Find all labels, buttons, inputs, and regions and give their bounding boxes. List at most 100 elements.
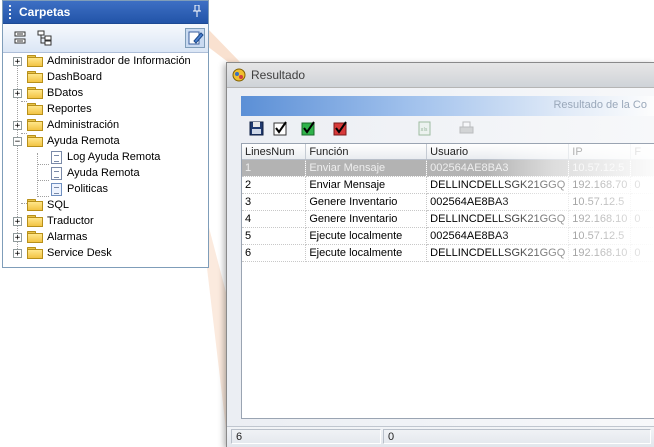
tree-item-politicas[interactable]: Politicas xyxy=(49,181,108,197)
tree-item-service-desk[interactable]: + Service Desk xyxy=(13,245,112,261)
tree-item-label: Alarmas xyxy=(47,231,88,243)
folder-icon xyxy=(27,119,43,131)
folder-icon xyxy=(27,103,43,115)
tree-item-administracion[interactable]: + Administración xyxy=(13,117,119,133)
svg-text:xls: xls xyxy=(421,127,428,133)
band-title: Resultado de la Co xyxy=(553,99,647,111)
tree-item-administrador[interactable]: + Administrador de Información xyxy=(13,53,191,69)
check-green-icon[interactable] xyxy=(301,121,316,136)
table-row[interactable]: 4 Genere Inventario DELLINCDELLSGK21GGQ … xyxy=(242,210,654,228)
cell: 2 xyxy=(242,176,307,194)
tree-item-ayuda-remota[interactable]: − Ayuda Remota xyxy=(13,133,120,149)
cell: Enviar Mensaje xyxy=(305,176,428,194)
cell: 002564AE8BA3 xyxy=(426,193,570,211)
tree-item-label: Traductor xyxy=(47,215,94,227)
carpetas-header: Carpetas xyxy=(3,1,208,24)
cell: 10.57.12.5 xyxy=(568,159,632,177)
cell: 4 xyxy=(242,210,307,228)
tree-item-ayuda-remota-child[interactable]: Ayuda Remota xyxy=(49,165,140,181)
column-header[interactable]: Función xyxy=(305,144,428,160)
tree-item-label: Administración xyxy=(47,119,120,131)
check-red-icon[interactable] xyxy=(333,121,348,136)
table-row[interactable]: 2 Enviar Mensaje DELLINCDELLSGK21GGQ 192… xyxy=(242,176,654,194)
document-icon xyxy=(51,150,62,164)
expand-icon[interactable]: + xyxy=(13,88,22,98)
save-icon[interactable] xyxy=(249,121,264,136)
status-row-count: 6 xyxy=(231,429,381,444)
document-icon xyxy=(51,182,62,196)
cell: DELLINCDELLSGK21GGQ xyxy=(426,176,570,194)
tree-item-dashboard[interactable]: DashBoard xyxy=(13,69,102,85)
grid-header-row: LinesNum Función Usuario IP F xyxy=(242,144,654,160)
collapse-all-icon[interactable] xyxy=(13,30,29,46)
cell: 002564AE8BA3 xyxy=(426,159,570,177)
status-bar: 6 0 xyxy=(227,426,654,447)
cell: 5 xyxy=(242,227,307,245)
check-icon[interactable] xyxy=(273,121,288,136)
edit-folder-icon[interactable] xyxy=(185,28,205,48)
cell xyxy=(630,159,654,177)
column-header[interactable]: F xyxy=(630,144,654,160)
tree-item-label: Ayuda Remota xyxy=(47,135,120,147)
cell: 10.57.12.5 xyxy=(568,193,632,211)
tree-item-label: Ayuda Remota xyxy=(67,167,140,179)
document-icon xyxy=(51,166,62,180)
table-row[interactable]: 5 Ejecute localmente 002564AE8BA3 10.57.… xyxy=(242,227,654,245)
expand-icon[interactable]: + xyxy=(13,216,22,226)
tree-item-label: Log Ayuda Remota xyxy=(67,151,161,163)
window-titlebar[interactable]: Resultado xyxy=(227,63,654,88)
column-header[interactable]: IP xyxy=(568,144,632,160)
folder-icon xyxy=(27,87,43,99)
cell: DELLINCDELLSGK21GGQ xyxy=(426,210,570,228)
tree-item-sql[interactable]: SQL xyxy=(13,197,69,213)
grip-icon[interactable] xyxy=(9,5,14,19)
cell: DELLINCDELLSGK21GGQ xyxy=(426,244,570,262)
print-icon[interactable] xyxy=(459,121,474,136)
column-header[interactable]: LinesNum xyxy=(242,144,307,160)
tree-item-alarmas[interactable]: + Alarmas xyxy=(13,229,87,245)
status-selected: 0 xyxy=(383,429,651,444)
tree-item-log-ayuda-remota[interactable]: Log Ayuda Remota xyxy=(49,149,160,165)
cell: 192.168.10 xyxy=(568,210,632,228)
folder-tree: + Administrador de Información DashBoard… xyxy=(3,53,208,267)
column-header[interactable]: Usuario xyxy=(426,144,570,160)
folder-icon xyxy=(27,199,43,211)
table-row[interactable]: 3 Genere Inventario 002564AE8BA3 10.57.1… xyxy=(242,193,654,211)
cell: 6 xyxy=(242,244,307,262)
folder-icon xyxy=(27,247,43,259)
results-grid[interactable]: LinesNum Función Usuario IP F 1 Enviar M… xyxy=(241,143,654,419)
tree-item-label: DashBoard xyxy=(47,71,103,83)
excel-export-icon[interactable]: xls xyxy=(417,121,432,136)
carpetas-toolbar xyxy=(3,24,208,53)
cell: 192.168.70 xyxy=(568,176,632,194)
cell: 1 xyxy=(242,159,307,177)
carpetas-panel: Carpetas + Administrador de Información xyxy=(2,0,209,268)
tree-item-label: Reportes xyxy=(47,103,92,115)
folder-open-icon xyxy=(27,135,43,147)
resultado-window: Resultado Resultado de la Co xls LinesNu… xyxy=(226,62,654,447)
expand-icon[interactable]: + xyxy=(13,56,22,66)
tree-item-reportes[interactable]: Reportes xyxy=(13,101,92,117)
pin-icon[interactable] xyxy=(190,4,204,19)
tree-item-traductor[interactable]: + Traductor xyxy=(13,213,94,229)
folder-icon xyxy=(27,215,43,227)
window-body: Resultado de la Co xls LinesNum Función … xyxy=(227,88,654,447)
collapse-icon[interactable]: − xyxy=(13,136,22,146)
expand-icon[interactable]: + xyxy=(13,248,22,258)
table-row[interactable]: 6 Ejecute localmente DELLINCDELLSGK21GGQ… xyxy=(242,244,654,262)
folder-icon xyxy=(27,71,43,83)
cell: Ejecute localmente xyxy=(305,244,428,262)
cell: 0 xyxy=(630,176,654,194)
expand-icon[interactable]: + xyxy=(13,120,22,130)
cell: Genere Inventario xyxy=(305,193,428,211)
expand-all-icon[interactable] xyxy=(37,30,53,46)
tree-item-bdatos[interactable]: + BDatos xyxy=(13,85,83,101)
expand-icon[interactable]: + xyxy=(13,232,22,242)
header-band: Resultado de la Co xyxy=(241,96,654,116)
cell: Genere Inventario xyxy=(305,210,428,228)
tree-item-label: Politicas xyxy=(67,183,108,195)
tree-item-label: Service Desk xyxy=(47,247,112,259)
cell: 0 xyxy=(630,210,654,228)
result-toolbar: xls xyxy=(241,118,654,140)
table-row[interactable]: 1 Enviar Mensaje 002564AE8BA3 10.57.12.5 xyxy=(242,159,654,177)
